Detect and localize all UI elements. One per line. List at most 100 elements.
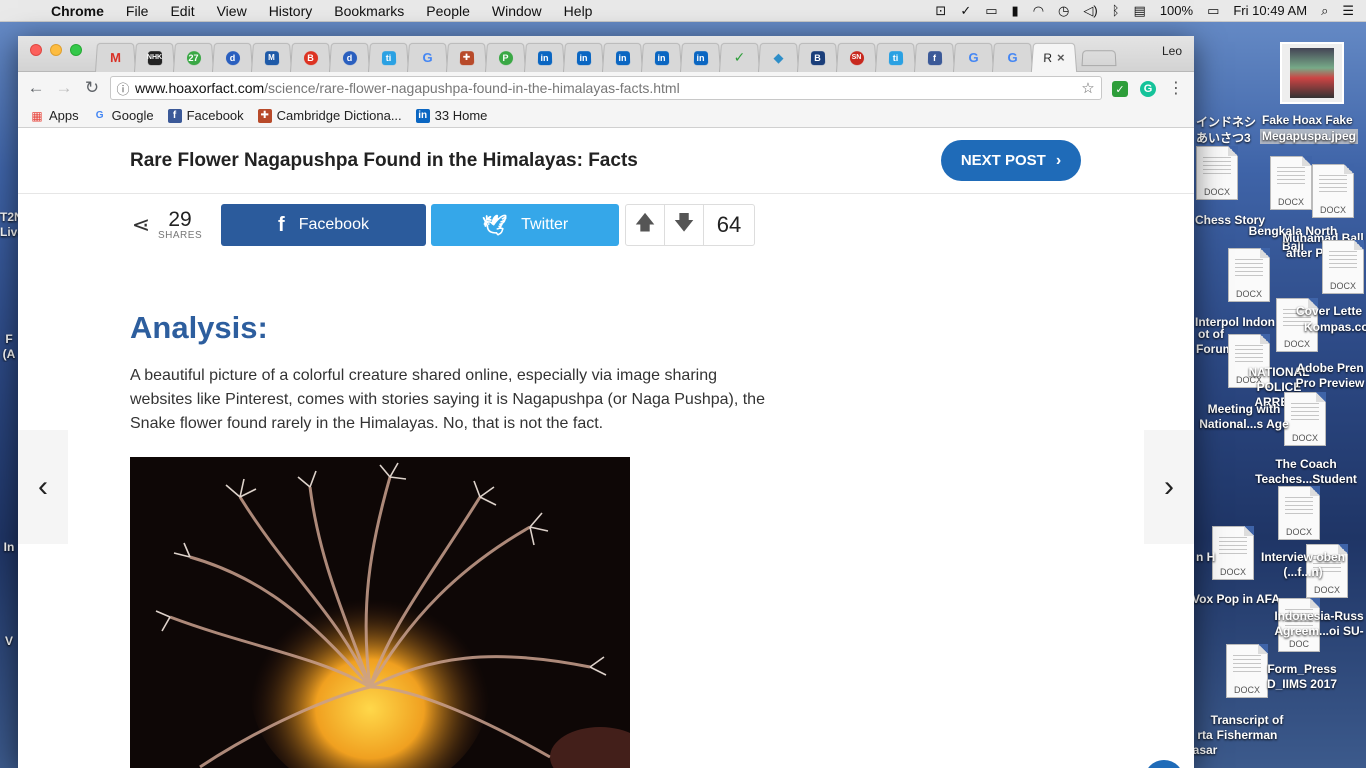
spotlight-search-icon[interactable]: ⌕: [1321, 3, 1328, 19]
desktop-label-left-3[interactable]: In: [0, 540, 18, 555]
tab-active[interactable]: R ×: [1030, 42, 1078, 73]
desktop-label-cover-letter[interactable]: Cover Lette: [1296, 304, 1362, 319]
desktop-image-thumbnail[interactable]: [1280, 42, 1344, 104]
tab-linkedin-1[interactable]: in: [523, 42, 566, 73]
desktop-doc-icon[interactable]: DOCX: [1322, 240, 1364, 294]
bluetooth-icon[interactable]: ᛒ: [1112, 3, 1120, 18]
upvote-arrow-icon[interactable]: 🡅: [626, 205, 665, 245]
zoom-window-button[interactable]: [70, 44, 82, 56]
desktop-label-fake-hoax[interactable]: Fake Hoax Fake: [1262, 113, 1353, 128]
desktop-doc-icon[interactable]: DOCX: [1196, 146, 1238, 200]
menu-history[interactable]: History: [258, 3, 324, 19]
tab-linkedin-4[interactable]: in: [640, 42, 683, 73]
next-post-button[interactable]: NEXT POST ›: [941, 140, 1081, 181]
bookmark-facebook[interactable]: f Facebook: [167, 108, 244, 123]
forward-arrow-icon[interactable]: →: [50, 78, 78, 98]
facebook-share-button[interactable]: f Facebook: [221, 204, 426, 246]
tab-check[interactable]: ✓: [718, 42, 761, 73]
tab-google-2[interactable]: G: [952, 42, 995, 73]
time-machine-icon[interactable]: ◷: [1058, 3, 1069, 19]
battery-meter-icon[interactable]: ▮: [1012, 3, 1019, 19]
bookmark-cambridge[interactable]: ✚ Cambridge Dictiona...: [257, 108, 402, 123]
desktop-label-left-4[interactable]: V: [0, 634, 18, 649]
back-arrow-icon[interactable]: ←: [22, 78, 50, 98]
wifi-icon[interactable]: ◠: [1033, 3, 1044, 19]
tab-google-3[interactable]: G: [991, 42, 1034, 73]
reload-icon[interactable]: ↻: [78, 78, 106, 98]
desktop-label-rta[interactable]: rta asar: [1190, 728, 1220, 758]
minimize-window-button[interactable]: [50, 44, 62, 56]
menu-view[interactable]: View: [206, 3, 258, 19]
battery-percent[interactable]: 100%: [1160, 3, 1193, 18]
volume-icon[interactable]: ◁): [1083, 3, 1097, 19]
tab-cambridge[interactable]: ✚: [445, 42, 488, 73]
chrome-menu-icon[interactable]: ⋮: [1168, 78, 1184, 98]
desktop-label-vox-pop[interactable]: Vox Pop in AFA: [1192, 592, 1280, 607]
desktop-label-interview[interactable]: Interview oben (...f...n): [1250, 550, 1356, 580]
desktop-label-japanese-1[interactable]: インドネシ: [1196, 115, 1256, 130]
desktop-label-kompas[interactable]: Kompas.co: [1304, 320, 1366, 335]
desktop-doc-icon[interactable]: DOCX: [1312, 164, 1354, 218]
tab-facebook[interactable]: f: [913, 42, 956, 73]
desktop-label-form-press[interactable]: Form_Press D_IIMS 2017: [1262, 662, 1342, 692]
tab-linkedin-2[interactable]: in: [562, 42, 605, 73]
bookmark-linkedin-home[interactable]: in 33 Home: [415, 108, 487, 123]
desktop-doc-icon[interactable]: DOCX: [1278, 486, 1320, 540]
desktop-label-left-1[interactable]: T2N Live: [0, 210, 18, 240]
tab-google[interactable]: G: [406, 42, 449, 73]
desktop-doc-icon[interactable]: DOCX: [1212, 526, 1254, 580]
tab-sn[interactable]: SN: [835, 42, 878, 73]
scroll-to-top-button[interactable]: 🡅: [1144, 760, 1184, 768]
screen-icon[interactable]: ⊡: [935, 3, 946, 19]
desktop-label-left-2[interactable]: F (A: [0, 332, 18, 362]
tab-mw[interactable]: M: [250, 42, 293, 73]
clock[interactable]: Fri 10:49 AM: [1233, 3, 1307, 18]
tab-ti[interactable]: ti: [367, 42, 410, 73]
battery-icon[interactable]: ▭: [1207, 3, 1219, 19]
notification-center-icon[interactable]: ☰: [1342, 3, 1354, 19]
tab-27[interactable]: 27: [172, 42, 215, 73]
menu-file[interactable]: File: [115, 3, 160, 19]
desktop-doc-icon[interactable]: DOCX: [1270, 156, 1312, 210]
close-tab-icon[interactable]: ×: [1057, 50, 1065, 65]
tab-b-blue[interactable]: B: [796, 42, 839, 73]
desktop-label-nh[interactable]: n H: [1196, 550, 1215, 565]
desktop-label-megapuspa[interactable]: Megapuspa.jpeg: [1260, 129, 1359, 144]
twitter-share-button[interactable]: 🕊 Twitter: [431, 204, 619, 246]
profile-button[interactable]: Leo: [1162, 44, 1182, 58]
bookmark-star-icon[interactable]: ☆: [1075, 79, 1101, 97]
tab-linkedin-3[interactable]: in: [601, 42, 644, 73]
extension-check-icon[interactable]: ✓: [1112, 81, 1128, 97]
menu-help[interactable]: Help: [553, 3, 604, 19]
airplay-icon[interactable]: ▭: [985, 3, 997, 19]
new-tab-button[interactable]: [1081, 50, 1117, 67]
tab-gmail[interactable]: M: [94, 42, 137, 73]
menu-edit[interactable]: Edit: [159, 3, 205, 19]
tab-diamond[interactable]: ◆: [757, 42, 800, 73]
address-bar[interactable]: ⓘ www.hoaxorfact.com/science/rare-flower…: [110, 76, 1102, 100]
desktop-doc-icon[interactable]: DOCX: [1228, 248, 1270, 302]
menu-bookmarks[interactable]: Bookmarks: [323, 3, 415, 19]
desktop-label-meeting[interactable]: Meeting with National...s Age: [1196, 402, 1292, 432]
grammarly-icon[interactable]: G: [1140, 81, 1156, 97]
menu-app-name[interactable]: Chrome: [40, 3, 115, 19]
desktop-label-indonesia-russia[interactable]: Indonesia-Russ Agreem...oi SU-: [1272, 609, 1366, 639]
desktop-label-japanese-2[interactable]: あいさつ3: [1196, 131, 1251, 146]
desktop-label-coach[interactable]: The Coach Teaches...Student: [1252, 457, 1360, 487]
close-window-button[interactable]: [30, 44, 42, 56]
tab-nhk[interactable]: NHK: [133, 42, 176, 73]
tab-b-red[interactable]: B: [289, 42, 332, 73]
menu-window[interactable]: Window: [481, 3, 553, 19]
tab-ti-2[interactable]: ti: [874, 42, 917, 73]
tab-detik[interactable]: d: [211, 42, 254, 73]
gauge-icon[interactable]: ✓: [960, 3, 971, 19]
tab-linkedin-5[interactable]: in: [679, 42, 722, 73]
bookmark-apps[interactable]: ▦ Apps: [30, 108, 78, 123]
tab-p-green[interactable]: P: [484, 42, 527, 73]
menu-people[interactable]: People: [415, 3, 481, 19]
input-source-icon[interactable]: ▤: [1134, 3, 1146, 19]
desktop-label-forum[interactable]: ot of Forum: [1196, 327, 1233, 357]
bookmark-google[interactable]: G Google: [93, 108, 154, 123]
site-info-icon[interactable]: ⓘ: [111, 79, 135, 98]
tab-detik-2[interactable]: d: [328, 42, 371, 73]
